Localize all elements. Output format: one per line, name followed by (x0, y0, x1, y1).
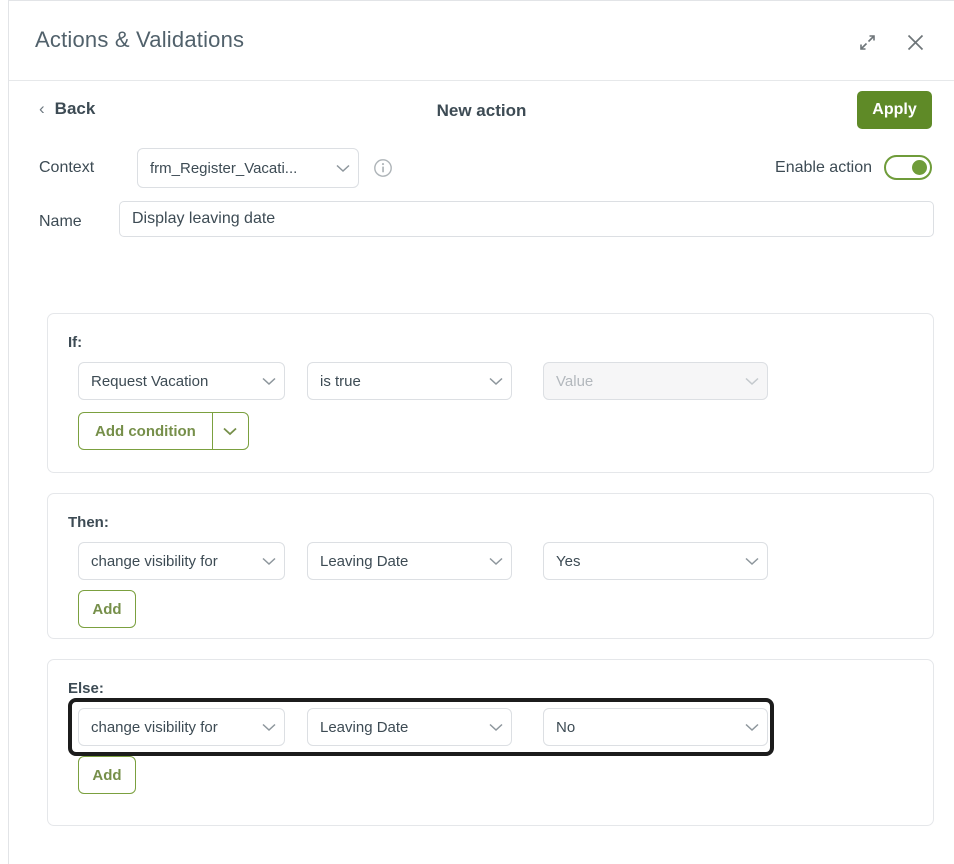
context-label: Context (39, 159, 95, 176)
close-icon[interactable] (900, 27, 930, 57)
then-section-card: Then: change visibility for Leaving Date… (47, 493, 934, 639)
else-target-select[interactable]: Leaving Date (307, 708, 512, 746)
if-field-value: Request Vacation (91, 372, 209, 390)
then-value-value: Yes (556, 552, 581, 570)
context-select[interactable]: frm_Register_Vacati... (137, 148, 359, 188)
then-section-label: Then: (68, 514, 109, 531)
chevron-down-icon (254, 377, 284, 386)
close-x-icon (907, 34, 923, 50)
add-condition-dropdown-toggle[interactable] (211, 413, 248, 449)
chevron-down-icon (481, 723, 511, 732)
context-row: Context frm_Register_Vacati... Enable ac… (9, 143, 954, 197)
expand-arrows-icon (859, 34, 875, 50)
if-section-card: If: Request Vacation is true Value Add c… (47, 313, 934, 473)
if-field-select[interactable]: Request Vacation (78, 362, 285, 400)
back-button-label: Back (54, 99, 96, 118)
back-button[interactable]: ‹ Back (39, 99, 95, 119)
chevron-down-icon (254, 723, 284, 732)
actions-validations-panel: Actions & Validations ‹ Back New action … (8, 0, 954, 864)
panel-titlebar: Actions & Validations (9, 1, 954, 81)
if-operator-select[interactable]: is true (307, 362, 512, 400)
chevron-down-icon (737, 557, 767, 566)
then-value-select[interactable]: Yes (543, 542, 768, 580)
name-label: Name (39, 213, 82, 230)
then-operation-value: change visibility for (91, 552, 218, 570)
chevron-left-icon: ‹ (39, 98, 45, 118)
name-input[interactable] (119, 201, 934, 237)
panel-title: Actions & Validations (35, 27, 245, 52)
if-value-placeholder: Value (556, 372, 594, 390)
add-condition-button[interactable]: Add condition (79, 413, 212, 449)
else-value-value: No (556, 718, 576, 736)
chevron-down-icon (737, 377, 767, 386)
expand-icon[interactable] (852, 27, 882, 57)
else-target-value: Leaving Date (320, 718, 409, 736)
else-add-button[interactable]: Add (78, 756, 136, 794)
chevron-down-icon (328, 164, 358, 173)
name-row: Name (9, 197, 954, 257)
enable-action-label: Enable action (775, 158, 872, 176)
chevron-down-icon (481, 557, 511, 566)
else-operation-select[interactable]: change visibility for (78, 708, 285, 746)
chevron-down-icon (254, 557, 284, 566)
add-condition-split-button: Add condition (78, 412, 249, 450)
enable-action-group: Enable action (775, 155, 932, 180)
enable-action-toggle[interactable] (884, 155, 932, 180)
context-select-value: frm_Register_Vacati... (150, 159, 298, 177)
panel-navrow: ‹ Back New action Apply (9, 81, 954, 143)
info-circle-icon[interactable] (373, 158, 393, 178)
then-add-button[interactable]: Add (78, 590, 136, 628)
apply-button[interactable]: Apply (857, 91, 932, 129)
else-section-label: Else: (68, 680, 104, 697)
then-target-select[interactable]: Leaving Date (307, 542, 512, 580)
page-title: New action (436, 101, 527, 120)
then-target-value: Leaving Date (320, 552, 409, 570)
if-value-select: Value (543, 362, 768, 400)
if-operator-value: is true (320, 372, 361, 390)
else-section-card: Else: change visibility for Leaving Date… (47, 659, 934, 826)
then-operation-select[interactable]: change visibility for (78, 542, 285, 580)
chevron-down-icon (737, 723, 767, 732)
else-operation-value: change visibility for (91, 718, 218, 736)
chevron-down-icon (481, 377, 511, 386)
if-section-label: If: (68, 334, 83, 351)
else-value-select[interactable]: No (543, 708, 768, 746)
